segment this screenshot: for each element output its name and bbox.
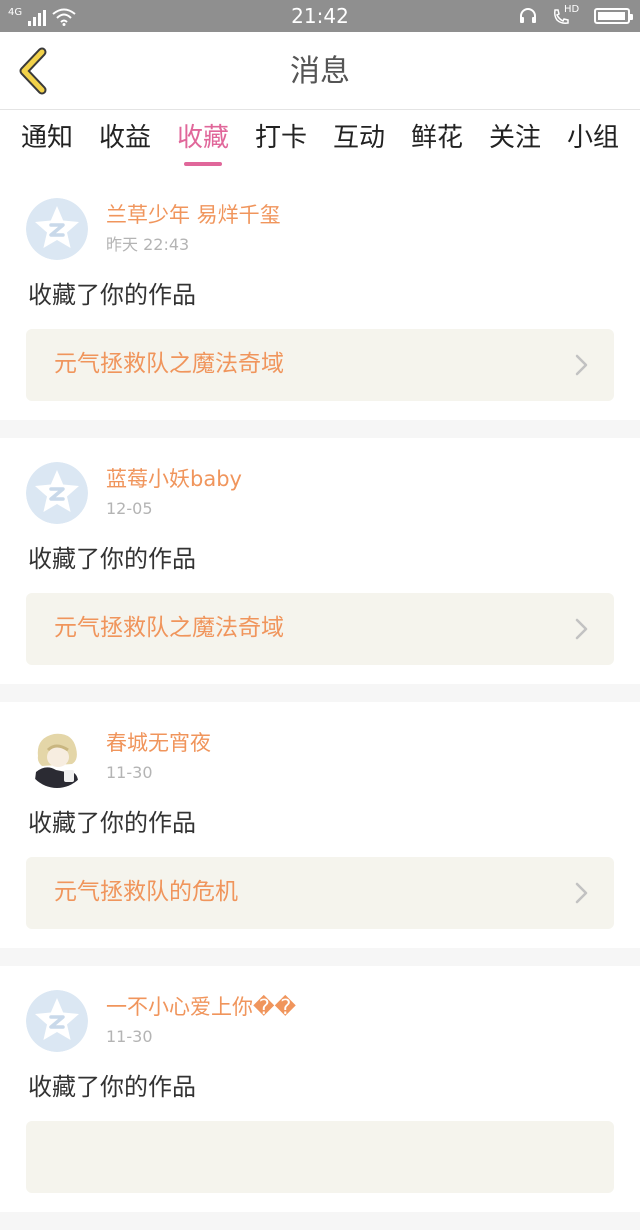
list-item: 春城无宵夜 11-30 收藏了你的作品 元气拯救队的危机 [0, 702, 640, 948]
anime-avatar-icon [26, 726, 88, 788]
chevron-right-icon [575, 882, 588, 904]
user-name[interactable]: 一不小心爱上你�� [106, 994, 296, 1020]
list-item: 蓝莓小妖baby 12-05 收藏了你的作品 元气拯救队之魔法奇域 [0, 438, 640, 684]
work-link[interactable]: 元气拯救队的危机 [26, 857, 614, 929]
default-avatar-icon [26, 990, 88, 1052]
work-title: 元气拯救队的危机 [54, 879, 238, 905]
timestamp: 11-30 [106, 1027, 153, 1046]
tab-flowers[interactable]: 鲜花 [407, 110, 467, 174]
page-title: 消息 [290, 54, 350, 89]
action-text: 收藏了你的作品 [28, 1073, 196, 1101]
tab-groups[interactable]: 小组 [563, 110, 623, 174]
user-name[interactable]: 蓝莓小妖baby [106, 466, 242, 492]
hd-label: HD [564, 4, 580, 15]
avatar[interactable] [26, 990, 88, 1052]
list-item: 兰草少年 易烊千玺 昨天 22:43 收藏了你的作品 元气拯救队之魔法奇域 [0, 174, 640, 420]
chevron-right-icon [575, 354, 588, 376]
list-item: 一不小心爱上你�� 11-30 收藏了你的作品 [0, 966, 640, 1212]
tab-bar: 通知 收益 收藏 打卡 互动 鲜花 关注 小组 [0, 110, 640, 174]
work-link[interactable]: 元气拯救队之魔法奇域 [26, 593, 614, 665]
timestamp: 12-05 [106, 499, 153, 518]
tab-following[interactable]: 关注 [485, 110, 545, 174]
status-icons: HD [518, 5, 633, 27]
avatar[interactable] [26, 726, 88, 788]
avatar[interactable] [26, 198, 88, 260]
avatar[interactable] [26, 462, 88, 524]
work-link[interactable]: 元气拯救队之魔法奇域 [26, 329, 614, 401]
app-header: 消息 [0, 32, 640, 110]
action-text: 收藏了你的作品 [28, 809, 196, 837]
user-name[interactable]: 兰草少年 易烊千玺 [106, 202, 281, 228]
tab-notifications[interactable]: 通知 [17, 110, 77, 174]
tab-earnings[interactable]: 收益 [95, 110, 155, 174]
default-avatar-icon [26, 198, 88, 260]
timestamp: 11-30 [106, 763, 153, 782]
work-link[interactable] [26, 1121, 614, 1193]
timestamp: 昨天 22:43 [106, 235, 190, 254]
work-title: 元气拯救队之魔法奇域 [54, 351, 284, 377]
tab-interactions[interactable]: 互动 [329, 110, 389, 174]
chevron-right-icon [575, 618, 588, 640]
message-list: 兰草少年 易烊千玺 昨天 22:43 收藏了你的作品 元气拯救队之魔法奇域 蓝莓… [0, 174, 640, 1230]
user-name[interactable]: 春城无宵夜 [106, 730, 211, 756]
tab-checkin[interactable]: 打卡 [251, 110, 311, 174]
hd-call-indicator: HD [552, 5, 580, 27]
default-avatar-icon [26, 462, 88, 524]
status-bar: 4G 21:42 HD [0, 0, 640, 32]
battery-icon [594, 8, 633, 24]
action-text: 收藏了你的作品 [28, 281, 196, 309]
work-title: 元气拯救队之魔法奇域 [54, 615, 284, 641]
tab-favorites[interactable]: 收藏 [173, 110, 233, 174]
headset-icon [520, 8, 536, 23]
action-text: 收藏了你的作品 [28, 545, 196, 573]
